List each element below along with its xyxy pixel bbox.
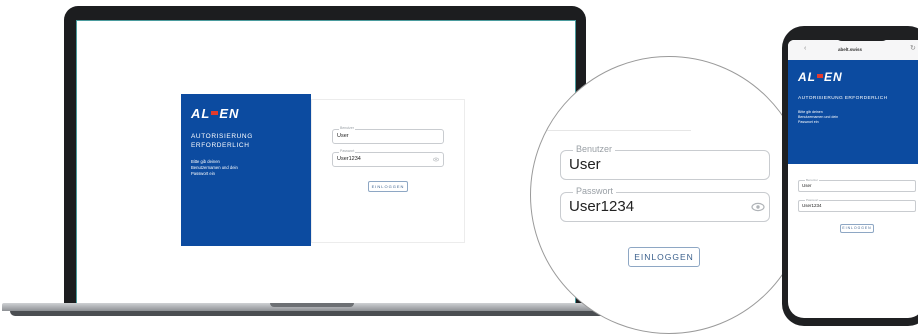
phone-logo: AL EN — [798, 70, 843, 84]
login-button[interactable]: EINLOGGEN — [368, 181, 408, 192]
zoom-username-field[interactable]: Benutzer User — [560, 144, 770, 180]
phone-auth-heading: AUTORISIERUNG ERFORDERLICH — [798, 96, 888, 101]
zoom-login-button[interactable]: EINLOGGEN — [628, 247, 700, 267]
phone-browser-bar: ‹ abelt.swiss ↻ — [788, 40, 918, 61]
logo: AL EN — [191, 106, 240, 121]
logo-accent — [211, 111, 219, 115]
username-field[interactable]: Benutzer User — [332, 126, 444, 144]
zoom-eye-icon[interactable] — [751, 202, 765, 212]
auth-message: Bitte gib deinen Benutzernamen und dein … — [191, 159, 238, 176]
password-field[interactable]: Passwort User1234 — [332, 149, 444, 167]
phone-auth-message: Bitte gib deinen Benutzernamen und dein … — [798, 110, 839, 124]
back-icon[interactable]: ‹ — [804, 45, 806, 52]
eye-icon[interactable] — [433, 157, 439, 162]
phone-brand-panel: AL EN AUTORISIERUNG ERFORDERLICH Bitte gi… — [788, 60, 918, 164]
login-card: Benutzer User Passwort User1234 EINLOGGE… — [311, 99, 465, 243]
laptop-base — [2, 301, 622, 317]
reload-icon[interactable]: ↻ — [910, 44, 916, 52]
laptop-screen: AL EN AUTORISIERUNG ERFORDERLICH Bitte gi… — [76, 20, 576, 306]
phone-password-field[interactable]: Passwort User1234 — [798, 198, 916, 212]
magnifier-zoom: Benutzer User Passwort User1234 EINLOGGE… — [530, 56, 808, 334]
phone-username-field[interactable]: Benutzer User — [798, 178, 916, 192]
brand-panel: AL EN AUTORISIERUNG ERFORDERLICH Bitte gi… — [181, 94, 311, 246]
zoom-password-field[interactable]: Passwort User1234 — [560, 186, 770, 222]
phone-login-button[interactable]: EINLOGGEN — [840, 224, 874, 233]
phone-url[interactable]: abelt.swiss — [838, 47, 862, 52]
phone-notch — [834, 30, 890, 41]
auth-heading: AUTORISIERUNG ERFORDERLICH — [191, 133, 253, 149]
phone-screen: ‹ abelt.swiss ↻ AL EN AUTORISIERUNG ERFOR… — [788, 40, 918, 318]
